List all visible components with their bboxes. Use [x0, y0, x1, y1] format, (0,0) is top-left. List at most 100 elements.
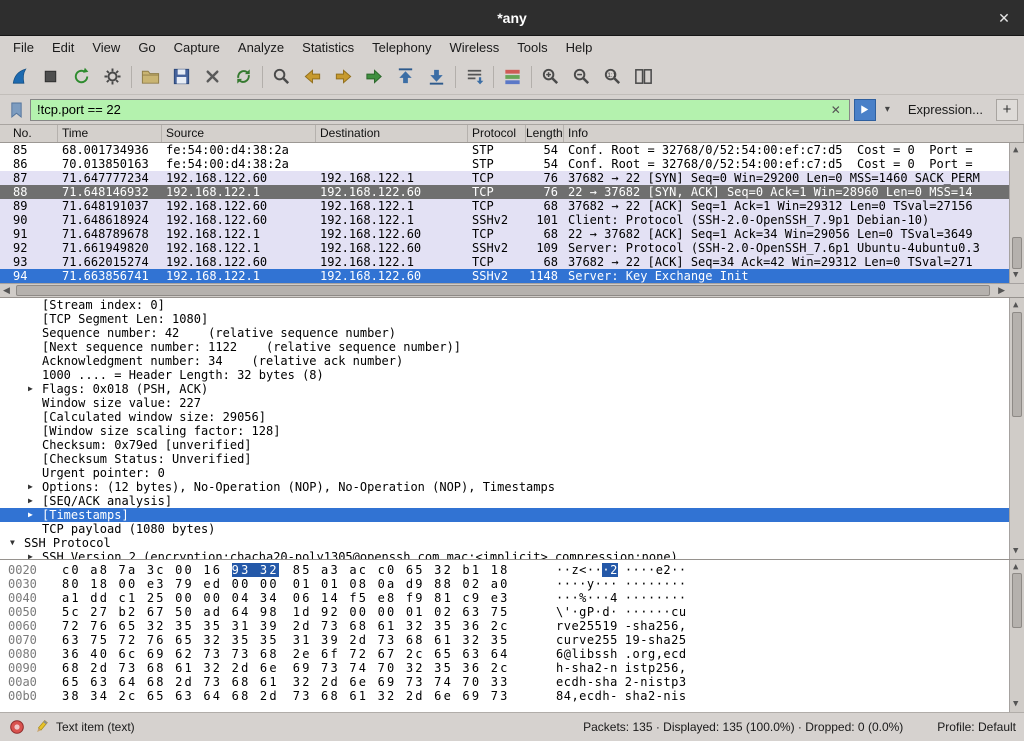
- packet-row-89[interactable]: 8971.648191037192.168.122.60192.168.122.…: [0, 199, 1024, 213]
- go-forward-button[interactable]: [328, 63, 359, 91]
- apply-filter-button[interactable]: [854, 99, 876, 121]
- close-file-button[interactable]: [197, 63, 228, 91]
- hex-row-0060[interactable]: 006072 76 65 32 35 35 31 392d 73 68 61 3…: [0, 619, 1024, 633]
- start-capture-button[interactable]: [4, 63, 35, 91]
- detail-row[interactable]: Sequence number: 42 (relative sequence n…: [0, 326, 1024, 340]
- packet-row-87[interactable]: 8771.647777234192.168.122.60192.168.122.…: [0, 171, 1024, 185]
- close-button[interactable]: ✕: [994, 8, 1014, 28]
- clear-filter-icon[interactable]: ✕: [829, 103, 843, 117]
- detail-row[interactable]: ▶Flags: 0x018 (PSH, ACK): [0, 382, 1024, 396]
- filter-history-dropdown[interactable]: ▾: [880, 99, 895, 121]
- filter-bookmark-button[interactable]: [6, 99, 26, 121]
- bytes-scrollbar[interactable]: ▲ ▼: [1009, 560, 1024, 712]
- detail-row[interactable]: ▶Options: (12 bytes), No-Operation (NOP)…: [0, 480, 1024, 494]
- detail-row[interactable]: [Checksum Status: Unverified]: [0, 452, 1024, 466]
- menu-tools[interactable]: Tools: [508, 37, 556, 58]
- hex-row-0050[interactable]: 00505c 27 b2 67 50 ad 64 981d 92 00 00 0…: [0, 605, 1024, 619]
- expanded-icon[interactable]: ▼: [8, 536, 24, 550]
- expression-button[interactable]: Expression...: [899, 102, 992, 117]
- go-last-button[interactable]: [421, 63, 452, 91]
- menu-analyze[interactable]: Analyze: [229, 37, 293, 58]
- column-header-no[interactable]: No.: [0, 125, 58, 142]
- detail-row[interactable]: [Window size scaling factor: 128]: [0, 424, 1024, 438]
- zoom-in-button[interactable]: [535, 63, 566, 91]
- packet-row-91[interactable]: 9171.648789678192.168.122.1192.168.122.6…: [0, 227, 1024, 241]
- detail-row[interactable]: [Stream index: 0]: [0, 298, 1024, 312]
- go-back-button[interactable]: [297, 63, 328, 91]
- hex-row-0030[interactable]: 003080 18 00 e3 79 ed 00 0001 01 08 0a d…: [0, 577, 1024, 591]
- packet-row-93[interactable]: 9371.662015274192.168.122.60192.168.122.…: [0, 255, 1024, 269]
- hex-row-0070[interactable]: 007063 75 72 76 65 32 35 3531 39 2d 73 6…: [0, 633, 1024, 647]
- reload-file-button[interactable]: [228, 63, 259, 91]
- hex-row-0080[interactable]: 008036 40 6c 69 62 73 73 682e 6f 72 67 2…: [0, 647, 1024, 661]
- display-filter-input[interactable]: !tcp.port == 22 ✕: [30, 99, 850, 121]
- colorize-button[interactable]: [497, 63, 528, 91]
- hscrollbar-thumb[interactable]: [16, 285, 990, 296]
- hex-row-0020[interactable]: 0020c0 a8 7a 3c 00 16 93 3285 a3 ac c0 6…: [0, 563, 1024, 577]
- column-header-protocol[interactable]: Protocol: [468, 125, 526, 142]
- column-header-length[interactable]: Length: [526, 125, 564, 142]
- detail-row[interactable]: ▶SSH Version 2 (encryption:chacha20-poly…: [0, 550, 1024, 560]
- collapsed-icon[interactable]: ▶: [26, 480, 42, 494]
- detail-row[interactable]: Acknowledgment number: 34 (relative ack …: [0, 354, 1024, 368]
- hex-row-00b0[interactable]: 00b038 34 2c 65 63 64 68 2d73 68 61 32 2…: [0, 689, 1024, 703]
- detail-row[interactable]: [Calculated window size: 29056]: [0, 410, 1024, 424]
- menu-statistics[interactable]: Statistics: [293, 37, 363, 58]
- scrollbar-thumb[interactable]: [1012, 573, 1022, 628]
- detail-row[interactable]: ▶[SEQ/ACK analysis]: [0, 494, 1024, 508]
- menu-wireless[interactable]: Wireless: [440, 37, 508, 58]
- scroll-down-icon[interactable]: ▼: [1013, 269, 1018, 282]
- packet-row-85[interactable]: 8568.001734936fe:54:00:d4:38:2aSTP54Conf…: [0, 143, 1024, 157]
- capture-comment-icon[interactable]: [32, 719, 49, 736]
- menu-view[interactable]: View: [83, 37, 129, 58]
- restart-capture-button[interactable]: [66, 63, 97, 91]
- detail-row[interactable]: 1000 .... = Header Length: 32 bytes (8): [0, 368, 1024, 382]
- hex-row-00a0[interactable]: 00a065 63 64 68 2d 73 68 6132 2d 6e 69 7…: [0, 675, 1024, 689]
- detail-scrollbar[interactable]: ▲ ▼: [1009, 298, 1024, 559]
- column-header-source[interactable]: Source: [162, 125, 316, 142]
- packet-row-86[interactable]: 8670.013850163fe:54:00:d4:38:2aSTP54Conf…: [0, 157, 1024, 171]
- detail-row[interactable]: Window size value: 227: [0, 396, 1024, 410]
- collapsed-icon[interactable]: ▶: [26, 550, 42, 560]
- packet-row-92[interactable]: 9271.661949820192.168.122.1192.168.122.6…: [0, 241, 1024, 255]
- open-file-button[interactable]: [135, 63, 166, 91]
- profile-label[interactable]: Profile: Default: [937, 720, 1016, 734]
- packet-list-hscrollbar[interactable]: ◀ ▶: [0, 283, 1024, 298]
- detail-row[interactable]: ▼SSH Protocol: [0, 536, 1024, 550]
- scrollbar-thumb[interactable]: [1012, 312, 1022, 417]
- detail-row[interactable]: Urgent pointer: 0: [0, 466, 1024, 480]
- scroll-right-icon[interactable]: ▶: [998, 284, 1005, 297]
- hex-row-0040[interactable]: 0040a1 dd c1 25 00 00 04 3406 14 f5 e8 f…: [0, 591, 1024, 605]
- menu-help[interactable]: Help: [557, 37, 602, 58]
- detail-row[interactable]: ▶[Timestamps]: [0, 508, 1024, 522]
- packet-row-94[interactable]: 9471.663856741192.168.122.1192.168.122.6…: [0, 269, 1024, 283]
- collapsed-icon[interactable]: ▶: [26, 508, 42, 522]
- detail-row[interactable]: TCP payload (1080 bytes): [0, 522, 1024, 536]
- expert-info-icon[interactable]: [8, 719, 25, 736]
- packet-list-scrollbar[interactable]: ▲ ▼: [1009, 143, 1024, 283]
- packet-row-88[interactable]: 8871.648146932192.168.122.1192.168.122.6…: [0, 185, 1024, 199]
- column-header-time[interactable]: Time: [58, 125, 162, 142]
- packet-row-90[interactable]: 9071.648618924192.168.122.60192.168.122.…: [0, 213, 1024, 227]
- scroll-up-icon[interactable]: ▲: [1013, 299, 1018, 312]
- add-filter-button[interactable]: +: [996, 99, 1018, 121]
- zoom-original-button[interactable]: 1:1: [597, 63, 628, 91]
- menu-file[interactable]: File: [4, 37, 43, 58]
- detail-row[interactable]: [Next sequence number: 1122 (relative se…: [0, 340, 1024, 354]
- detail-row[interactable]: Checksum: 0x79ed [unverified]: [0, 438, 1024, 452]
- detail-row[interactable]: [TCP Segment Len: 1080]: [0, 312, 1024, 326]
- zoom-out-button[interactable]: [566, 63, 597, 91]
- menu-edit[interactable]: Edit: [43, 37, 83, 58]
- scroll-up-icon[interactable]: ▲: [1013, 144, 1018, 157]
- menu-capture[interactable]: Capture: [165, 37, 229, 58]
- menu-go[interactable]: Go: [129, 37, 164, 58]
- scroll-down-icon[interactable]: ▼: [1013, 698, 1018, 711]
- go-first-button[interactable]: [390, 63, 421, 91]
- scroll-down-icon[interactable]: ▼: [1013, 545, 1018, 558]
- column-header-destination[interactable]: Destination: [316, 125, 468, 142]
- resize-columns-button[interactable]: [628, 63, 659, 91]
- stop-capture-button[interactable]: [35, 63, 66, 91]
- collapsed-icon[interactable]: ▶: [26, 494, 42, 508]
- auto-scroll-button[interactable]: [459, 63, 490, 91]
- scroll-left-icon[interactable]: ◀: [3, 284, 10, 297]
